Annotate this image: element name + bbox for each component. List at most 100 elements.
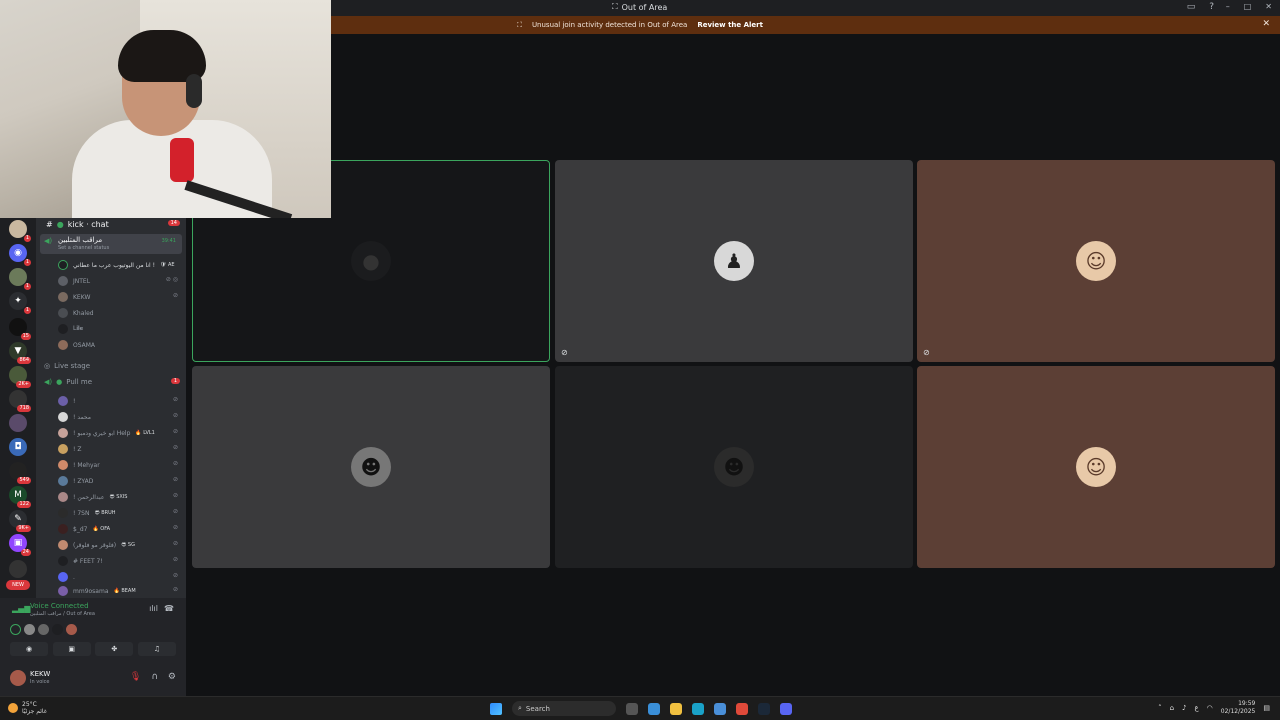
- pull-me-channel[interactable]: ◀) ● Pull me 1: [44, 378, 182, 386]
- muted-icon: ⊘: [172, 444, 178, 451]
- shadow-avatar: ☻: [714, 447, 754, 487]
- server-icon[interactable]: ▼ 864: [9, 342, 31, 364]
- stage-member[interactable]: # FEET 7! ⊘: [58, 554, 178, 568]
- activity-icon[interactable]: ✤: [95, 642, 134, 656]
- clock[interactable]: 19:59 02/12/2025: [1221, 700, 1256, 716]
- server-icon[interactable]: 1: [9, 220, 31, 242]
- member-name: # FEET 7!: [73, 557, 103, 565]
- server-icon[interactable]: 549: [9, 462, 31, 484]
- muted-icon: ⊘: [172, 396, 178, 403]
- chrome-icon[interactable]: [736, 702, 748, 715]
- task-view-icon[interactable]: [626, 702, 638, 715]
- wifi-icon[interactable]: ◠: [1207, 704, 1213, 712]
- new-badge[interactable]: NEW: [6, 580, 30, 590]
- stage-member[interactable]: ! عبدالرحمن 😎 SXIS ⊘: [58, 490, 178, 504]
- avatar: [58, 556, 68, 566]
- server-icon[interactable]: 2K+: [9, 366, 31, 388]
- suit-avatar: ♟: [714, 241, 754, 281]
- video-tile[interactable]: ☻: [192, 366, 550, 568]
- stage-member[interactable]: $_d7 🔥 OFA ⊘: [58, 522, 178, 536]
- unread-badge: 14: [167, 220, 180, 226]
- search-icon: ⌕: [518, 704, 522, 712]
- stage-member[interactable]: mm9osama 🔥 BEAM ⊘: [58, 584, 178, 598]
- disconnect-icon[interactable]: ☎: [164, 604, 174, 613]
- discord-taskbar-icon[interactable]: [780, 702, 792, 715]
- minimize-button[interactable]: –: [1226, 2, 1230, 11]
- avatar: [10, 624, 21, 635]
- server-icon[interactable]: M 122: [9, 486, 31, 508]
- member-name: انا من اليوتيوب عرب ما عطاني !: [73, 261, 156, 269]
- copilot-icon[interactable]: [648, 702, 660, 715]
- settings-gear-icon[interactable]: ⚙: [168, 672, 176, 682]
- review-alert-button[interactable]: Review the Alert: [697, 21, 763, 29]
- server-icon[interactable]: 1: [9, 268, 31, 290]
- muted-icon: ⊘: [172, 428, 178, 435]
- server-icon[interactable]: ◘: [9, 438, 27, 456]
- headphones-icon[interactable]: ∩: [151, 672, 158, 682]
- voice-member[interactable]: OSAMA: [58, 338, 178, 352]
- voice-member[interactable]: انا من اليوتيوب عرب ما عطاني ! 🛡 AE: [58, 258, 178, 272]
- live-stage-channel[interactable]: ◎ Live stage: [44, 362, 90, 370]
- server-icon[interactable]: ✦ 1: [9, 292, 31, 314]
- stage-member[interactable]: ! محمد ⊘: [58, 410, 178, 424]
- volume-icon[interactable]: ♪: [1182, 704, 1186, 712]
- maximize-button[interactable]: □: [1244, 2, 1252, 11]
- channel-status[interactable]: Set a channel status: [58, 245, 109, 251]
- server-icon[interactable]: 718: [9, 390, 31, 412]
- stage-member[interactable]: ! Mehyar ⊘: [58, 458, 178, 472]
- avatar: [58, 308, 68, 318]
- stage-member[interactable]: ! ابو خيري ودمبو Help 🔥 LVL1 ⊘: [58, 426, 178, 440]
- signal-icon[interactable]: ▂▄▆: [12, 604, 30, 613]
- twitch-icon[interactable]: ▣ 24: [9, 534, 31, 556]
- notification-icon[interactable]: ▤: [1263, 704, 1270, 712]
- avatar: [58, 476, 68, 486]
- username[interactable]: KEKW: [30, 670, 50, 678]
- voice-member[interactable]: Khaled: [58, 306, 178, 320]
- stage-member[interactable]: ! Z ⊘: [58, 442, 178, 456]
- server-icon[interactable]: [9, 414, 27, 432]
- inbox-icon[interactable]: ▭: [1187, 2, 1196, 12]
- discord-icon[interactable]: ◉ 1: [9, 244, 31, 266]
- weather-widget[interactable]: 25°C غائم جزئيًا: [8, 701, 47, 715]
- edge-icon[interactable]: [692, 702, 704, 715]
- stage-member[interactable]: ! ZYAD ⊘: [58, 474, 178, 488]
- avatar[interactable]: [10, 670, 26, 686]
- stage-member[interactable]: ! ⊘: [58, 394, 178, 408]
- voice-member[interactable]: JNTEL ⊘ ◎: [58, 274, 178, 288]
- windows-start-icon[interactable]: [490, 702, 502, 715]
- alert-close-icon[interactable]: ✕: [1262, 19, 1270, 29]
- cartoon-avatar: ☺: [1076, 447, 1116, 487]
- selected-voice-channel[interactable]: ◀) مراقب المتلبين Set a channel status 3…: [40, 234, 182, 254]
- server-icon[interactable]: 15: [9, 318, 31, 340]
- language-indicator[interactable]: ع: [1194, 704, 1198, 712]
- stage-member[interactable]: (فلوقر مو فلوقر) 😎 SG ⊘: [58, 538, 178, 552]
- soundboard-icon[interactable]: ♫: [137, 642, 176, 656]
- video-tile[interactable]: ☺: [917, 366, 1275, 568]
- camera-icon[interactable]: ◉: [10, 642, 48, 656]
- voice-member[interactable]: KEKW ⊘: [58, 290, 178, 304]
- noise-suppression-icon[interactable]: ılıl: [149, 604, 158, 613]
- store-icon[interactable]: [714, 702, 726, 715]
- screen-share-icon[interactable]: ▣: [52, 642, 91, 656]
- help-icon[interactable]: ?: [1209, 2, 1214, 12]
- steam-icon[interactable]: [758, 702, 770, 715]
- channel-header[interactable]: # ● kick · chat 14: [36, 218, 186, 230]
- video-tile[interactable]: ♟ ⊘: [555, 160, 913, 362]
- video-tile[interactable]: ☺ ⊘: [917, 160, 1275, 362]
- chevron-up-icon[interactable]: ˄: [1158, 704, 1162, 712]
- member-name: KEKW: [73, 293, 91, 301]
- file-explorer-icon[interactable]: [670, 702, 682, 715]
- stage-member[interactable]: ! 7SN 😎 BRUH ⊘: [58, 506, 178, 520]
- muted-icon: ⊘: [172, 540, 178, 547]
- server-icon[interactable]: ✎ 9K+: [9, 510, 31, 532]
- mic-muted-icon[interactable]: 🎙: [130, 672, 141, 682]
- voice-member[interactable]: L𝐢𝐥𝐞: [58, 322, 178, 336]
- server-icon[interactable]: [9, 560, 27, 578]
- stage-member[interactable]: . ⊘: [58, 570, 178, 584]
- network-icon[interactable]: ⌂: [1170, 704, 1174, 712]
- voice-location[interactable]: مراقب المتلبين / Out of Area: [30, 611, 95, 617]
- taskbar-search[interactable]: ⌕ Search: [512, 701, 616, 716]
- close-window-button[interactable]: ✕: [1265, 2, 1272, 11]
- video-tile[interactable]: ☻: [555, 366, 913, 568]
- voice-status[interactable]: Voice Connected: [30, 602, 89, 610]
